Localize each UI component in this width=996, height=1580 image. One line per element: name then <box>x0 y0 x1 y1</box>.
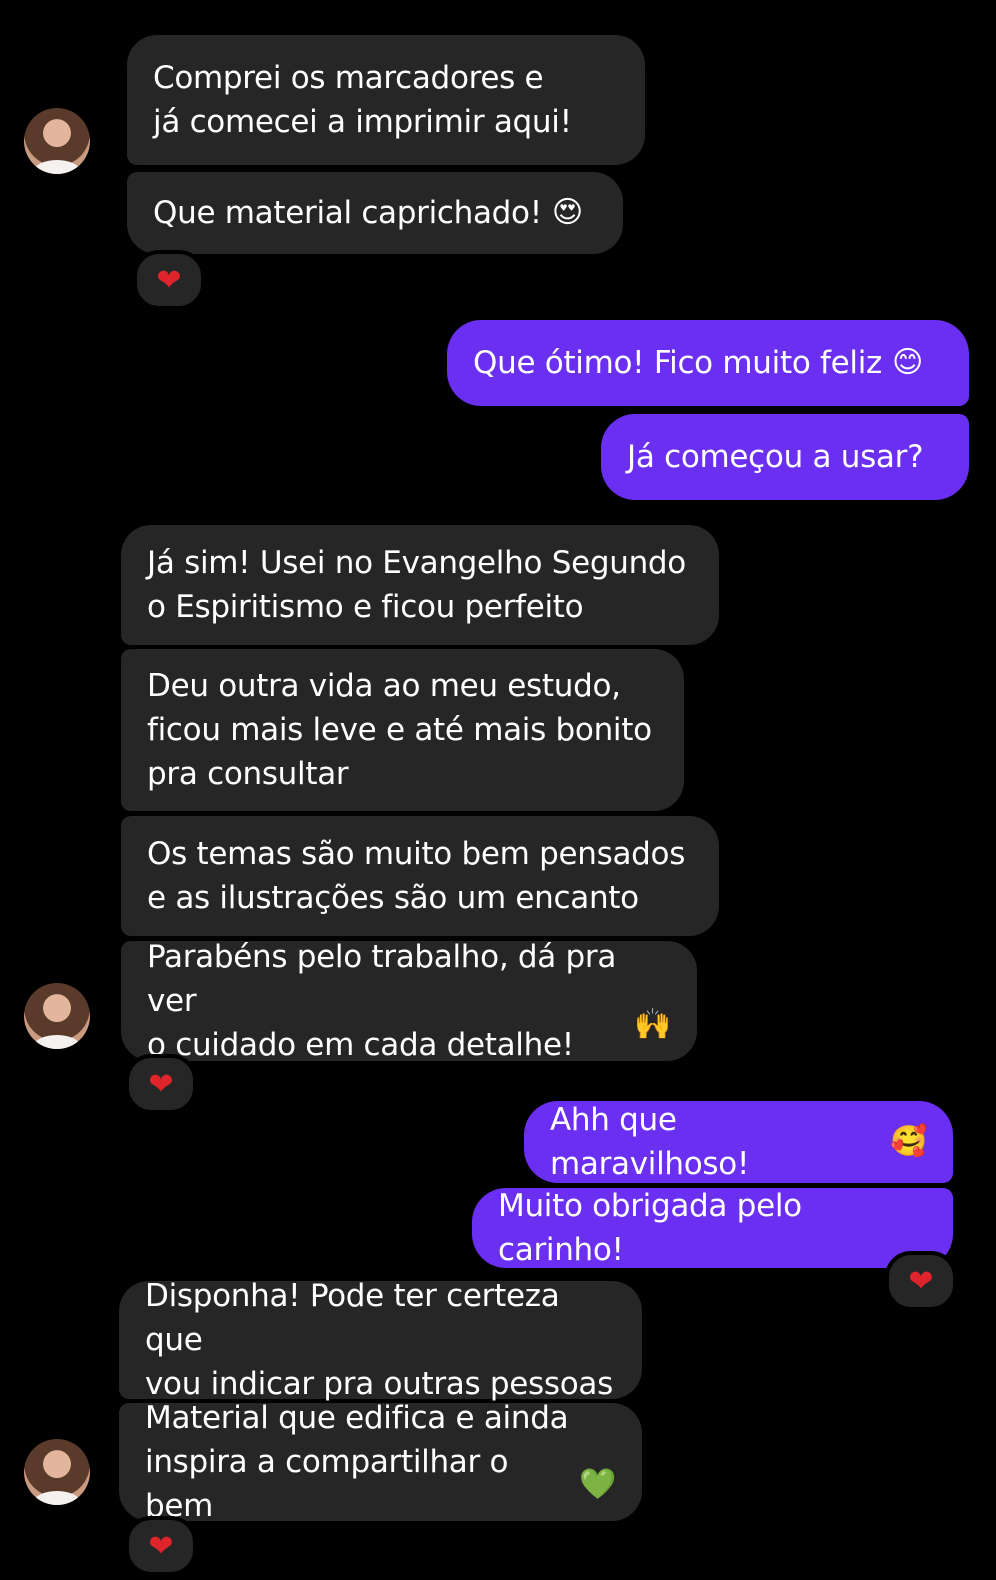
message-text: Os temas são muito bem pensados e as ilu… <box>147 836 686 916</box>
message-bubble-incoming[interactable]: Já sim! Usei no Evangelho Segundo o Espi… <box>121 525 719 645</box>
avatar-shoulders <box>34 1035 80 1049</box>
raising-hands-emoji-icon: 🙌 <box>633 1007 671 1042</box>
heart-reaction-icon[interactable]: ❤ <box>125 1516 197 1576</box>
message-bubble-incoming[interactable]: Parabéns pelo trabalho, dá pra ver o cui… <box>121 939 697 1063</box>
message-text: Muito obrigada pelo carinho! <box>498 1188 802 1268</box>
heart-reaction-icon[interactable]: ❤ <box>133 250 205 310</box>
smiling-face-with-hearts-emoji-icon: 🥰 <box>889 1124 927 1159</box>
contact-avatar[interactable] <box>24 983 90 1049</box>
message-bubble-outgoing[interactable]: Ahh que maravilhoso! 🥰 <box>524 1101 953 1183</box>
avatar-shoulders <box>34 1491 80 1505</box>
contact-avatar[interactable] <box>24 1439 90 1505</box>
message-bubble-incoming[interactable]: Material que edifica e ainda inspira a c… <box>119 1400 642 1524</box>
message-bubble-incoming[interactable]: Deu outra vida ao meu estudo, ficou mais… <box>121 649 684 811</box>
message-bubble-incoming[interactable]: Disponha! Pode ter certeza que vou indic… <box>119 1278 642 1402</box>
green-heart-emoji-icon: 💚 <box>578 1467 616 1502</box>
message-text: Parabéns pelo trabalho, dá pra ver o cui… <box>147 939 617 1063</box>
message-text: Já começou a usar? <box>627 439 924 475</box>
message-bubble-incoming[interactable]: Que material caprichado! 😍 <box>127 172 623 254</box>
message-text: Deu outra vida ao meu estudo, ficou mais… <box>147 668 652 792</box>
heart-eyes-emoji-icon: 😍 <box>551 195 583 230</box>
message-text: Material que edifica e ainda inspira a c… <box>145 1400 569 1524</box>
message-text: Que ótimo! Fico muito feliz <box>473 345 883 381</box>
message-text: Disponha! Pode ter certeza que vou indic… <box>145 1278 613 1402</box>
message-bubble-incoming[interactable]: Comprei os marcadores e já comecei a imp… <box>127 35 645 165</box>
heart-reaction-icon[interactable]: ❤ <box>885 1251 957 1311</box>
message-bubble-outgoing[interactable]: Já começou a usar? <box>601 414 969 500</box>
message-text: Ahh que maravilhoso! <box>550 1102 750 1182</box>
message-bubble-incoming[interactable]: Os temas são muito bem pensados e as ilu… <box>121 816 719 936</box>
message-text: Que material caprichado! <box>153 195 542 231</box>
message-text: Comprei os marcadores e já comecei a imp… <box>153 60 572 140</box>
chat-thread: Comprei os marcadores e já comecei a imp… <box>0 0 996 1580</box>
message-bubble-outgoing[interactable]: Que ótimo! Fico muito feliz 😊 <box>447 320 969 406</box>
contact-avatar[interactable] <box>24 108 90 174</box>
message-bubble-outgoing[interactable]: Muito obrigada pelo carinho! <box>472 1188 953 1268</box>
smiling-face-emoji-icon: 😊 <box>892 345 924 380</box>
heart-reaction-icon[interactable]: ❤ <box>125 1054 197 1114</box>
message-text: Já sim! Usei no Evangelho Segundo o Espi… <box>147 545 686 625</box>
avatar-shoulders <box>34 160 80 174</box>
